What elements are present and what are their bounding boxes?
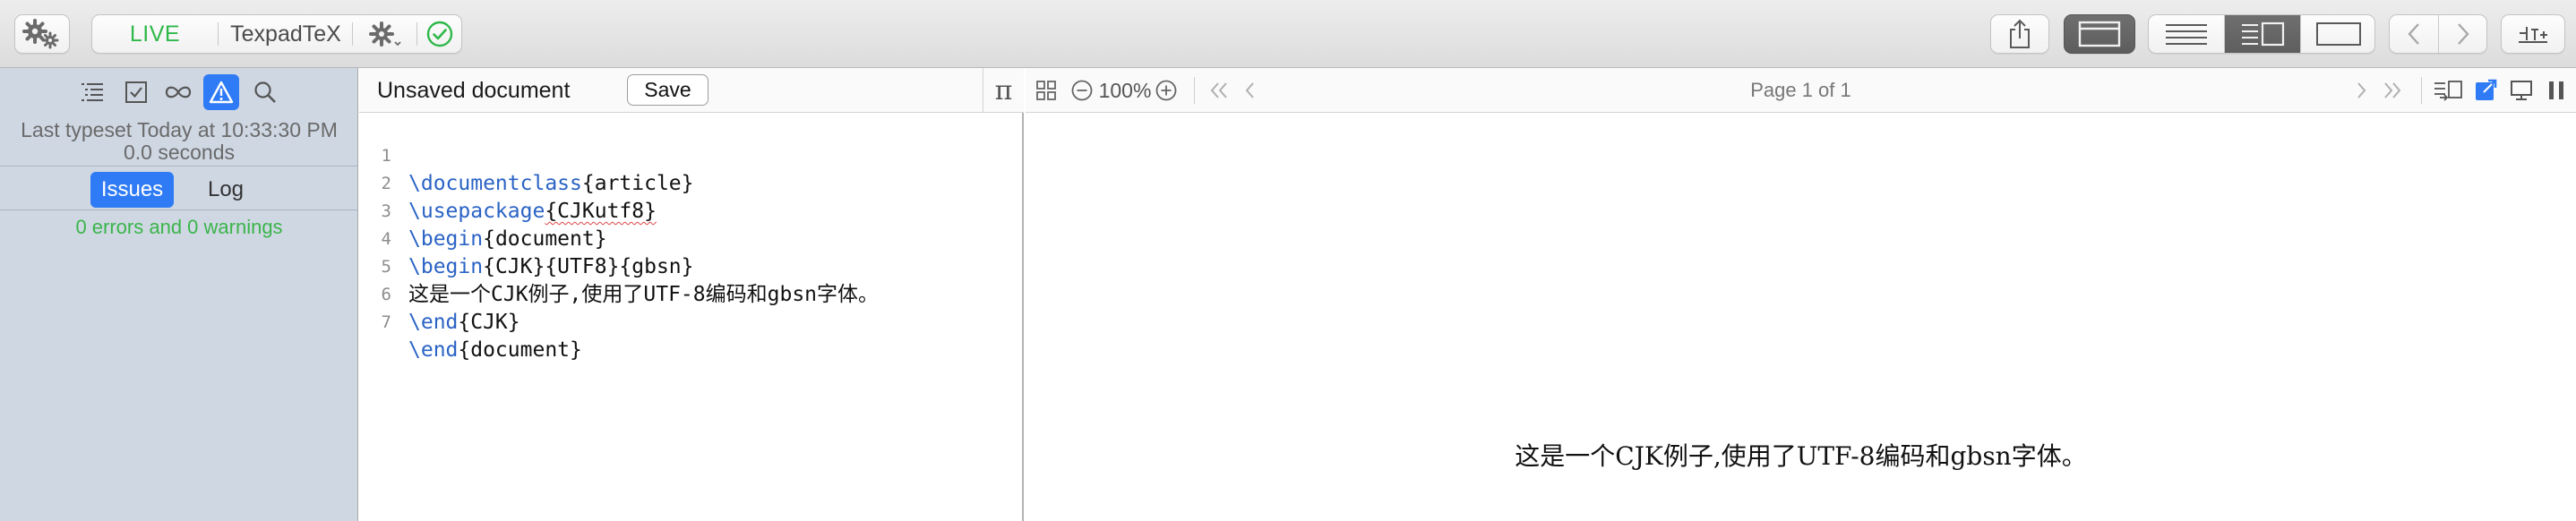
chevron-right-icon bbox=[2357, 82, 2366, 98]
latex-argument: {CJK} bbox=[458, 311, 520, 334]
double-chevron-left-icon bbox=[1210, 82, 1227, 98]
search-icon bbox=[254, 81, 276, 103]
line-number: 7 bbox=[381, 312, 391, 332]
pause-button[interactable] bbox=[2543, 68, 2570, 113]
last-page-button[interactable] bbox=[2378, 68, 2407, 113]
warning-icon bbox=[209, 81, 234, 104]
zoom-in-button[interactable] bbox=[1153, 68, 1180, 113]
status-indicator[interactable] bbox=[417, 15, 462, 53]
zoom-level[interactable]: 100% bbox=[1099, 68, 1152, 113]
window-icon bbox=[2078, 21, 2121, 47]
preview-header: Page 1 of 1 100% bbox=[1026, 68, 2576, 113]
share-icon bbox=[2010, 19, 2030, 48]
sidebar: Last typeset Today at 10:33:30 PM 0.0 se… bbox=[0, 68, 358, 521]
thumbnails-button[interactable] bbox=[1031, 68, 1061, 113]
double-chevron-right-icon bbox=[2384, 82, 2401, 98]
chevron-left-icon bbox=[1245, 82, 1254, 98]
symbols-button[interactable]: π bbox=[983, 68, 1024, 113]
window-mode-button[interactable] bbox=[2064, 14, 2135, 54]
layout-split-icon bbox=[2242, 21, 2285, 47]
grid-icon bbox=[1036, 81, 1056, 100]
layout-split-button[interactable] bbox=[2225, 15, 2300, 53]
previous-page-button[interactable] bbox=[1239, 68, 1260, 113]
typeset-control-group: LIVE TexpadTeX bbox=[91, 14, 462, 54]
gear-icon bbox=[369, 21, 401, 47]
display-icon bbox=[2511, 81, 2532, 100]
chevron-right-icon bbox=[2458, 23, 2469, 45]
pause-icon bbox=[2549, 81, 2563, 99]
open-external-button[interactable] bbox=[2469, 68, 2502, 113]
layout-preview-icon bbox=[2316, 22, 2361, 46]
checklist-button[interactable] bbox=[118, 74, 154, 110]
first-page-button[interactable] bbox=[1205, 68, 1233, 113]
typeset-button[interactable] bbox=[2501, 14, 2565, 54]
typeset-duration-text: 0.0 seconds bbox=[123, 141, 236, 164]
editor-header: Unsaved document Save π bbox=[359, 68, 1024, 113]
source-editor: Unsaved document Save π 1 \documentclass… bbox=[359, 68, 1024, 521]
code-line: 6 \end{CJK} bbox=[359, 253, 1022, 334]
engine-settings-button[interactable] bbox=[354, 15, 416, 53]
zoom-out-icon bbox=[1071, 80, 1093, 101]
check-circle-icon bbox=[426, 21, 453, 47]
next-page-button[interactable] bbox=[2351, 68, 2373, 113]
code-line: 7 \end{document} bbox=[359, 281, 1022, 362]
sync-icon bbox=[2434, 81, 2462, 101]
tab-log[interactable]: Log bbox=[192, 172, 260, 208]
code-line: 4 \begin{CJK}{UTF8}{gbsn} bbox=[359, 198, 1022, 278]
save-button[interactable]: Save bbox=[627, 74, 708, 106]
layout-preview-button[interactable] bbox=[2301, 15, 2374, 53]
presentation-button[interactable] bbox=[2505, 68, 2537, 113]
live-toggle[interactable]: LIVE bbox=[92, 15, 218, 53]
settings-button[interactable] bbox=[14, 14, 70, 54]
zoom-in-icon bbox=[1155, 80, 1177, 101]
layout-text-button[interactable] bbox=[2149, 15, 2224, 53]
checklist-icon bbox=[125, 81, 147, 103]
code-line: 5 这是一个CJK例子,使用了UTF-8编码和gbsn字体。 bbox=[359, 226, 1022, 306]
nav-back-button[interactable] bbox=[2390, 15, 2438, 53]
code-line: 2 \usepackage{CJKutf8} bbox=[359, 142, 1022, 223]
rendered-page-text: 这是一个CJK例子,使用了UTF-8编码和gbsn字体。 bbox=[1515, 441, 2087, 471]
outline-button[interactable] bbox=[74, 74, 110, 110]
search-button[interactable] bbox=[247, 74, 283, 110]
document-title: Unsaved document bbox=[377, 78, 571, 103]
nav-forward-button[interactable] bbox=[2439, 15, 2486, 53]
code-line: 1 \documentclass{article} bbox=[359, 115, 1022, 195]
layout-text-icon bbox=[2166, 24, 2207, 45]
sidebar-tool-bar bbox=[0, 68, 358, 116]
latex-command: \end bbox=[408, 338, 459, 362]
last-typeset-text: Last typeset Today at 10:33:30 PM bbox=[21, 118, 338, 141]
gears-icon bbox=[22, 19, 59, 49]
typeset-icon bbox=[2519, 27, 2547, 43]
code-line: 3 \begin{document} bbox=[359, 170, 1022, 251]
tab-issues[interactable]: Issues bbox=[90, 172, 174, 208]
main-toolbar: LIVE TexpadTeX bbox=[0, 0, 2576, 68]
issues-panel-button[interactable] bbox=[203, 74, 239, 110]
outline-icon bbox=[82, 83, 103, 101]
pdf-preview: Page 1 of 1 100% 这是一个CJK例子,使用了UTF-8编码和gb… bbox=[1026, 68, 2576, 521]
issues-summary: 0 errors and 0 warnings bbox=[75, 216, 283, 238]
navigation-control bbox=[2389, 14, 2487, 54]
sync-source-button[interactable] bbox=[2430, 68, 2466, 113]
layout-segmented-control bbox=[2148, 14, 2375, 54]
engine-selector[interactable]: TexpadTeX bbox=[219, 15, 352, 53]
infinity-icon bbox=[165, 86, 192, 98]
references-button[interactable] bbox=[160, 74, 196, 110]
chevron-left-icon bbox=[2408, 23, 2419, 45]
zoom-out-button[interactable] bbox=[1069, 68, 1095, 113]
latex-argument: {document} bbox=[458, 338, 582, 362]
share-button[interactable] bbox=[1990, 14, 2049, 54]
external-link-icon bbox=[2476, 79, 2497, 100]
